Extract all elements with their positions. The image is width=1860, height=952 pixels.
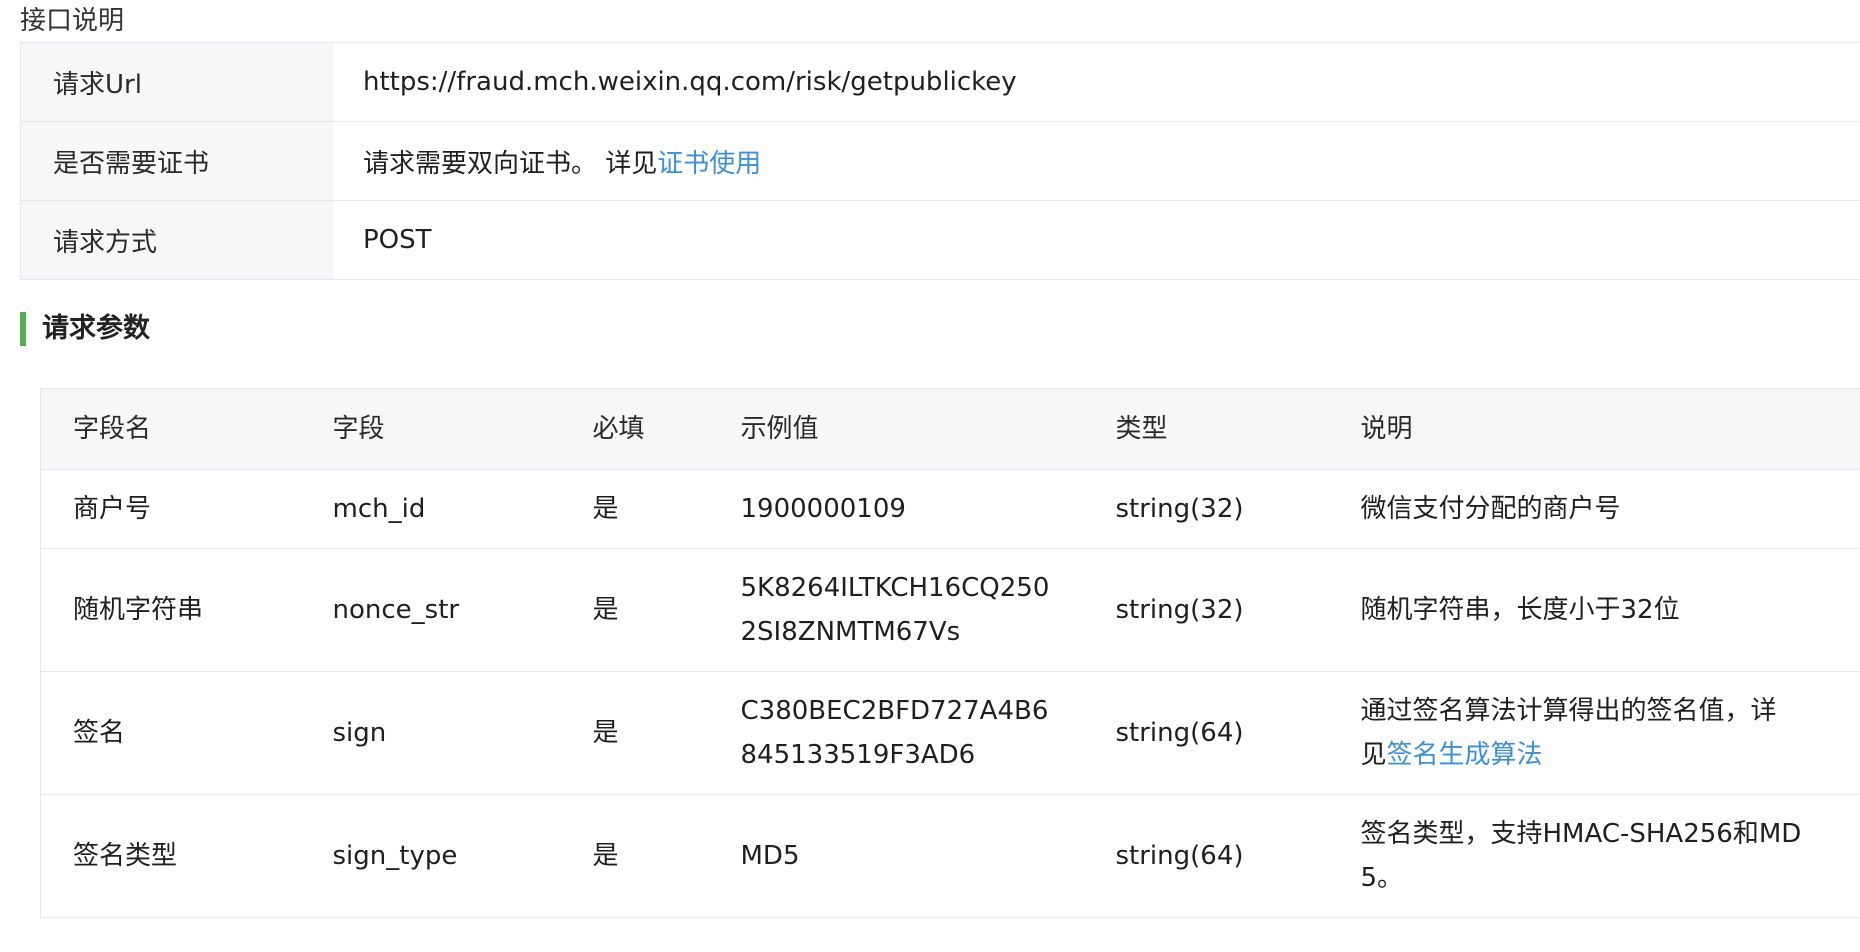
- info-key-certificate: 是否需要证书: [20, 121, 333, 201]
- cell-name: 商户号: [40, 469, 301, 549]
- table-row: 商户号 mch_id 是 1900000109 string(32) 微信支付分…: [40, 469, 1860, 549]
- table-row: 签名类型 sign_type 是 MD5 string(64) 签名类型，支持H…: [40, 794, 1860, 918]
- cell-example-line: 5K8264ILTKCH16CQ250: [740, 573, 1050, 603]
- certificate-usage-link[interactable]: 证书使用: [657, 149, 761, 179]
- section-label: 接口说明: [20, 6, 125, 36]
- info-value-url: https://fraud.mch.weixin.qq.com/risk/get…: [333, 42, 1860, 122]
- cell-description: 签名类型，支持HMAC-SHA256和MD 5。: [1328, 794, 1860, 918]
- header-field: 字段: [300, 388, 561, 470]
- cell-description-text: 通过签名算法计算得出的签名值，详: [1360, 696, 1777, 726]
- certificate-text: 请求需要双向证书。 详见: [363, 148, 658, 179]
- cell-example: 5K8264ILTKCH16CQ250 2SI8ZNMTM67Vs: [708, 548, 1084, 672]
- cell-type: string(32): [1083, 548, 1329, 672]
- header-description: 说明: [1328, 388, 1860, 470]
- info-value-certificate: 请求需要双向证书。 详见证书使用: [333, 121, 1860, 201]
- cell-field: sign_type: [300, 794, 561, 918]
- info-row-certificate: 是否需要证书 请求需要双向证书。 详见证书使用: [20, 121, 1860, 201]
- cell-description: 随机字符串，长度小于32位: [1328, 548, 1860, 672]
- cell-example-line: MD5: [740, 841, 800, 871]
- params-header-row: 字段名 字段 必填 示例值 类型 说明: [40, 388, 1860, 470]
- cell-example: C380BEC2BFD727A4B6 845133519F3AD6: [708, 671, 1084, 795]
- header-required: 必填: [560, 388, 709, 470]
- table-row: 签名 sign 是 C380BEC2BFD727A4B6 845133519F3A…: [40, 671, 1860, 795]
- cell-name: 签名: [40, 671, 301, 795]
- cell-name: 签名类型: [40, 794, 301, 918]
- cell-example-line: 1900000109: [740, 494, 906, 524]
- request-params-heading: 请求参数: [20, 312, 150, 346]
- cell-description-text: 5。: [1360, 863, 1404, 893]
- cell-field: sign: [300, 671, 561, 795]
- cell-example-line: C380BEC2BFD727A4B6: [740, 696, 1049, 726]
- cell-description: 微信支付分配的商户号: [1328, 469, 1860, 549]
- cell-type: string(64): [1083, 671, 1329, 795]
- header-field-name: 字段名: [40, 388, 301, 470]
- cell-required: 是: [560, 469, 709, 549]
- cell-type: string(32): [1083, 469, 1329, 549]
- cell-example-line: 845133519F3AD6: [740, 740, 976, 770]
- cell-example: MD5: [708, 794, 1084, 918]
- cell-description-text: 签名类型，支持HMAC-SHA256和MD: [1360, 819, 1802, 849]
- cell-name: 随机字符串: [40, 548, 301, 672]
- cell-description-text: 微信支付分配的商户号: [1360, 494, 1621, 524]
- cell-description-text: 见: [1360, 740, 1387, 770]
- info-row-method: 请求方式 POST: [20, 200, 1860, 280]
- info-value-method: POST: [333, 200, 1860, 280]
- header-example: 示例值: [708, 388, 1084, 470]
- info-key-method: 请求方式: [20, 200, 333, 280]
- info-key-url: 请求Url: [20, 42, 333, 122]
- cell-required: 是: [560, 794, 709, 918]
- cell-description: 通过签名算法计算得出的签名值，详 见签名生成算法: [1328, 671, 1860, 795]
- cell-required: 是: [560, 548, 709, 672]
- cell-required: 是: [560, 671, 709, 795]
- signature-algorithm-link[interactable]: 签名生成算法: [1387, 740, 1543, 770]
- cell-field: mch_id: [300, 469, 561, 549]
- cell-field: nonce_str: [300, 548, 561, 672]
- cell-example: 1900000109: [708, 469, 1084, 549]
- cell-type: string(64): [1083, 794, 1329, 918]
- header-type: 类型: [1083, 388, 1329, 470]
- cell-description-text: 随机字符串，长度小于32位: [1360, 595, 1680, 625]
- request-params-table: 字段名 字段 必填 示例值 类型 说明 商户号 mch_id 是 1900000…: [40, 388, 1860, 918]
- table-row: 随机字符串 nonce_str 是 5K8264ILTKCH16CQ250 2SI…: [40, 548, 1860, 672]
- info-row-url: 请求Url https://fraud.mch.weixin.qq.com/ri…: [20, 42, 1860, 122]
- interface-info-table: 请求Url https://fraud.mch.weixin.qq.com/ri…: [20, 42, 1860, 280]
- cell-example-line: 2SI8ZNMTM67Vs: [740, 617, 961, 647]
